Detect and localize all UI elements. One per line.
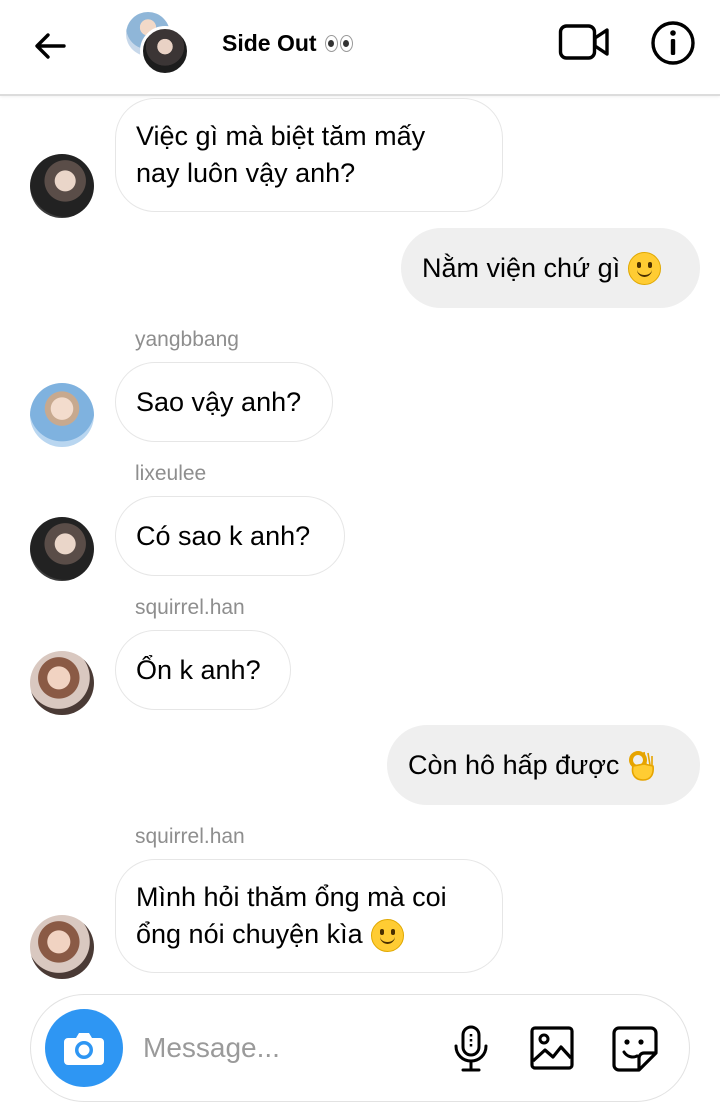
sticker-button[interactable] <box>611 1025 659 1073</box>
gallery-button[interactable] <box>529 1025 575 1071</box>
sender-name: yangbbang <box>135 328 239 351</box>
chat-title: Side Out <box>222 30 317 56</box>
message-text: Sao vậy anh? <box>136 386 302 417</box>
camera-button[interactable] <box>45 1009 123 1087</box>
sender-avatar[interactable] <box>30 517 94 581</box>
sender-name: squirrel.han <box>135 596 245 619</box>
sender-name: lixeulee <box>135 462 207 485</box>
slightly-smiling-face-icon <box>628 251 662 285</box>
message-input[interactable] <box>143 1025 433 1071</box>
message-bubble-incoming[interactable]: Việc gì mà biệt tăm mấy nay luôn vậy anh… <box>115 98 503 212</box>
message-bubble-outgoing[interactable]: Còn hô hấp được <box>387 725 700 805</box>
message-composer <box>30 994 690 1102</box>
message-text: Mình hỏi thăm ổng mà coi ổng nói chuyện … <box>136 879 447 953</box>
chat-header: Side Out <box>0 0 720 96</box>
info-icon <box>651 21 695 65</box>
message-text: Việc gì mà biệt tăm mấy nay luôn vậy anh… <box>136 121 426 188</box>
sender-avatar[interactable] <box>30 154 94 218</box>
slightly-smiling-face-icon <box>370 919 404 953</box>
video-call-icon <box>558 24 609 60</box>
sticker-icon <box>612 1026 658 1072</box>
sender-avatar[interactable] <box>30 651 94 715</box>
message-text: Còn hô hấp được <box>408 749 620 780</box>
message-text: Ổn k anh? <box>136 654 261 685</box>
ok-hand-icon <box>629 751 655 781</box>
gallery-icon <box>530 1026 574 1070</box>
back-button[interactable] <box>28 24 72 68</box>
eyes-emoji-icon <box>324 35 353 52</box>
sender-avatar[interactable] <box>30 383 94 447</box>
video-call-button[interactable] <box>558 22 610 62</box>
camera-icon <box>64 1033 104 1065</box>
message-text: Có sao k anh? <box>136 520 311 551</box>
member-avatar-front <box>140 26 190 76</box>
message-bubble-incoming[interactable]: Mình hỏi thăm ổng mà coi ổng nói chuyện … <box>115 859 503 973</box>
message-bubble-incoming[interactable]: Có sao k anh? <box>115 496 345 576</box>
message-bubble-outgoing[interactable]: Nằm viện chứ gì <box>401 228 700 308</box>
back-arrow-icon <box>35 33 66 59</box>
group-avatar[interactable] <box>124 10 194 76</box>
message-bubble-incoming[interactable]: Ổn k anh? <box>115 630 291 710</box>
chat-title-wrap[interactable]: Side Out <box>222 30 353 57</box>
sender-avatar[interactable] <box>30 915 94 979</box>
info-button[interactable] <box>650 20 696 66</box>
microphone-icon <box>454 1025 488 1072</box>
message-text: Nằm viện chứ gì <box>422 252 621 283</box>
sender-name: squirrel.han <box>135 825 245 848</box>
microphone-button[interactable] <box>451 1025 491 1073</box>
message-bubble-incoming[interactable]: Sao vậy anh? <box>115 362 333 442</box>
